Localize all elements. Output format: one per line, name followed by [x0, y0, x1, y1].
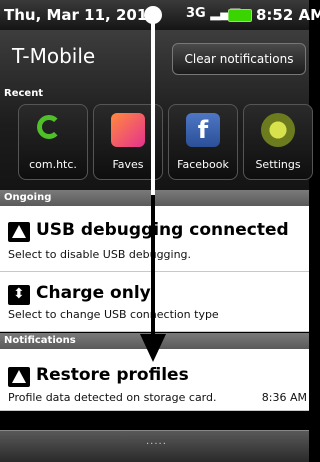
usb-icon: [8, 285, 30, 305]
shade-drag-handle[interactable]: ·····: [0, 430, 309, 462]
status-time: 8:52 AM: [256, 6, 320, 24]
recent-app-label: com.htc.: [29, 158, 77, 171]
notification-title: Restore profiles: [36, 365, 189, 385]
faves-icon: [111, 113, 145, 147]
warning-icon: [8, 367, 30, 387]
touch-point: [144, 6, 162, 24]
recent-app-facebook[interactable]: f Facebook: [168, 104, 238, 180]
notification-subtitle: Profile data detected on storage card.: [8, 391, 217, 404]
notification-subtitle: Select to disable USB debugging.: [8, 248, 192, 261]
recent-app-label: Settings: [255, 158, 301, 171]
clear-notifications-button[interactable]: Clear notifications: [172, 43, 306, 75]
settings-icon: [261, 113, 295, 147]
notification-title: Charge only: [36, 283, 151, 303]
recent-app-com-htc[interactable]: com.htc.: [18, 104, 88, 180]
recent-app-label: Facebook: [177, 158, 229, 171]
battery-icon: [228, 9, 252, 22]
warning-icon: [8, 222, 30, 242]
recent-app-settings[interactable]: Settings: [243, 104, 313, 180]
down-arrow-icon: [140, 334, 166, 362]
recent-label: Recent: [4, 88, 44, 99]
facebook-icon: f: [186, 113, 220, 147]
carrier-name: T-Mobile: [12, 44, 96, 68]
status-date: Thu, Mar 11, 201: [4, 6, 148, 24]
notification-time: 8:36 AM: [261, 391, 307, 404]
swipe-arrow-shaft: [151, 195, 155, 345]
handle-grip: ·····: [146, 439, 167, 450]
notification-title: USB debugging connected: [36, 220, 289, 240]
sync-icon: [37, 115, 61, 139]
notification-subtitle: Select to change USB connection type: [8, 308, 219, 321]
